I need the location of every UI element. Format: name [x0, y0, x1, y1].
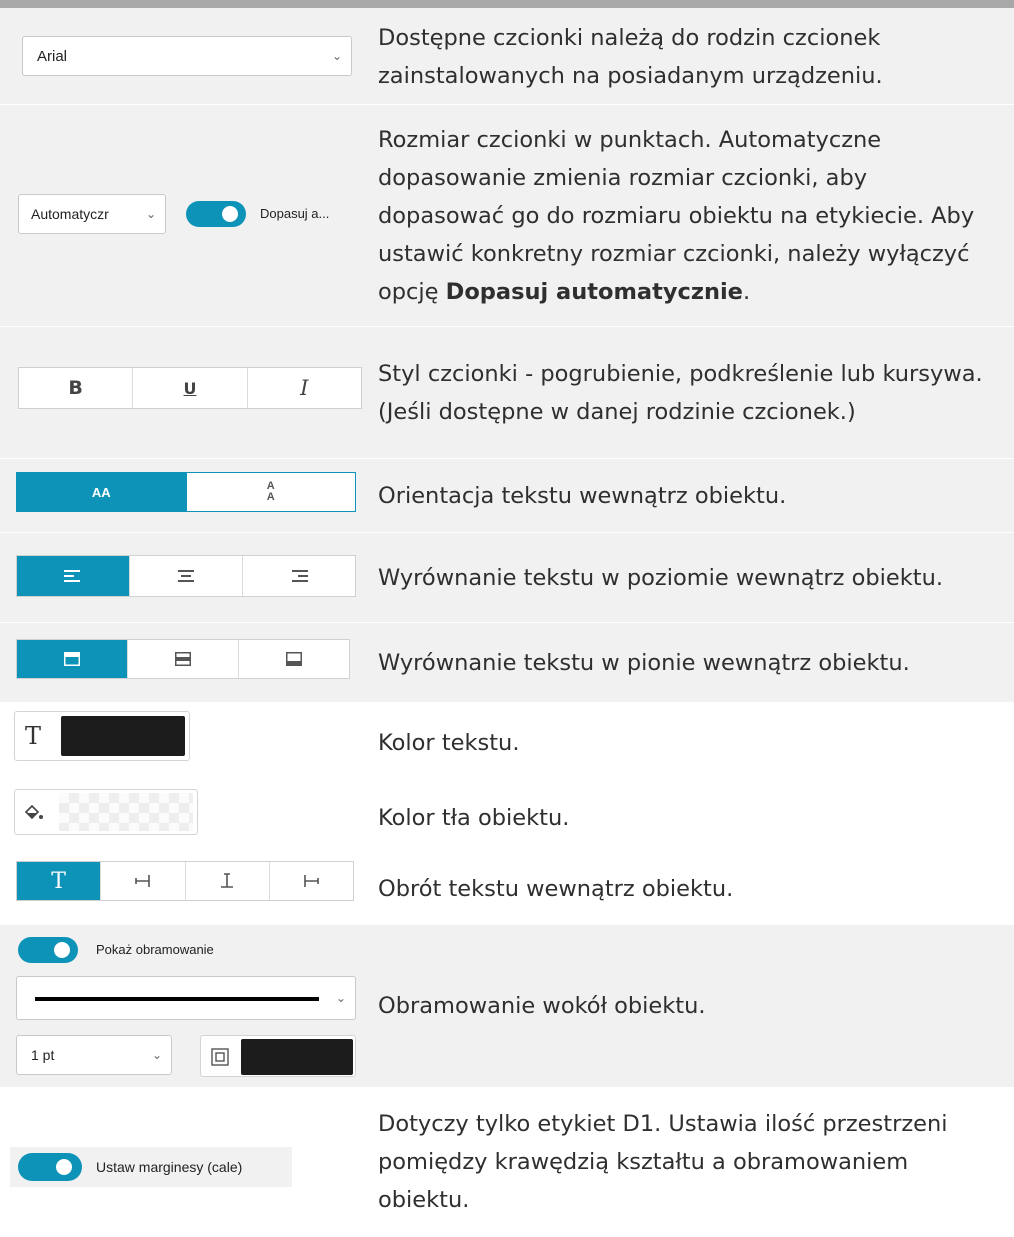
- font-size-select-value: Automatyczr: [31, 206, 109, 222]
- align-left-button[interactable]: [17, 556, 130, 596]
- align-left-icon: [64, 570, 80, 582]
- text-rotation-270-icon: [304, 875, 320, 887]
- orientation-description: Orientacja tekstu wewnątrz obiektu.: [378, 483, 787, 509]
- top-rule: [0, 0, 1014, 8]
- font-style-description: Styl czcionki - pogrubienie, podkreśleni…: [378, 361, 983, 425]
- border-icon: [211, 1048, 229, 1066]
- horizontal-text-button[interactable]: AA: [17, 473, 187, 511]
- font-size-select[interactable]: Automatyczr ⌄: [18, 194, 166, 234]
- show-border-label: Pokaż obramowanie: [96, 942, 214, 957]
- margins-description: Dotyczy tylko etykiet D1. Ustawia ilość …: [378, 1111, 948, 1213]
- horizontal-alignment-control: [0, 533, 368, 623]
- paint-bucket-icon: [24, 804, 43, 820]
- margins-toggle-container: Ustaw marginesy (cale): [10, 1147, 292, 1187]
- chevron-down-icon: ⌄: [145, 207, 157, 221]
- vertical-alignment-row: Wyrównanie tekstu w pionie wewnątrz obie…: [0, 623, 1014, 703]
- border-style-select[interactable]: ⌄: [16, 976, 356, 1020]
- font-size-description: Rozmiar czcionki w punktach. Automatyczn…: [378, 105, 992, 327]
- vertical-text-button[interactable]: A A: [187, 473, 356, 511]
- margins-control: Ustaw marginesy (cale): [0, 1087, 368, 1237]
- text-rotation-0-icon: T: [51, 868, 66, 894]
- font-size-control: Automatyczr ⌄ Dopasuj a...: [0, 105, 368, 327]
- autofit-option-name: Dopasuj automatycznie: [445, 279, 743, 305]
- border-width-value: 1 pt: [31, 1047, 55, 1063]
- font-family-description: Dostępne czcionki należą do rodzin czcio…: [378, 24, 883, 89]
- rotation-control: T: [0, 853, 368, 925]
- bold-button[interactable]: B: [19, 368, 134, 408]
- underline-button[interactable]: U: [133, 368, 248, 408]
- align-center-button[interactable]: [130, 556, 243, 596]
- align-bottom-button[interactable]: [239, 640, 349, 678]
- horizontal-alignment-description: Wyrównanie tekstu w poziomie wewnątrz ob…: [378, 565, 944, 591]
- font-style-group: B U I: [18, 367, 362, 409]
- align-right-button[interactable]: [243, 556, 355, 596]
- font-style-row: B U I Styl czcionki - pogrubienie, podkr…: [0, 327, 1014, 459]
- rotation-description: Obrót tekstu wewnątrz obiektu.: [378, 876, 734, 902]
- align-center-icon: [178, 570, 194, 582]
- text-rotation-180-icon: [221, 873, 234, 888]
- show-border-toggle[interactable]: [18, 937, 78, 963]
- text-color-description: Kolor tekstu.: [378, 730, 520, 756]
- border-color-swatch[interactable]: [241, 1039, 353, 1075]
- text-color-control: T: [0, 703, 368, 783]
- vertical-alignment-group: [16, 639, 350, 679]
- background-color-picker[interactable]: [14, 789, 198, 835]
- text-color-icon: T: [25, 722, 42, 750]
- text-rotation-90-icon: [135, 875, 150, 887]
- background-color-row: Kolor tła obiektu.: [0, 783, 1014, 853]
- rotate-270-button[interactable]: [270, 862, 353, 900]
- rotate-0-button[interactable]: T: [17, 862, 102, 900]
- set-margins-toggle[interactable]: [18, 1153, 82, 1181]
- text-color-swatch[interactable]: [61, 716, 185, 756]
- text-color-row: T Kolor tekstu.: [0, 703, 1014, 783]
- autofit-toggle-label: Dopasuj a...: [260, 206, 330, 221]
- rotate-90-button[interactable]: [101, 862, 186, 900]
- rotation-row: T Obrót tekstu wewnątrz obiektu.: [0, 853, 1014, 925]
- chevron-down-icon: ⌄: [335, 991, 347, 1005]
- vertical-alignment-control: [0, 623, 368, 703]
- margins-row: Ustaw marginesy (cale) Dotyczy tylko ety…: [0, 1087, 1014, 1237]
- transparent-color-swatch[interactable]: [59, 793, 193, 831]
- chevron-down-icon: ⌄: [151, 1048, 163, 1062]
- font-size-description-end: .: [742, 279, 751, 305]
- set-margins-label: Ustaw marginesy (cale): [96, 1159, 243, 1175]
- border-row: Pokaż obramowanie ⌄ 1 pt ⌄ Obramowanie w…: [0, 925, 1014, 1087]
- orientation-control: AA A A: [0, 459, 368, 533]
- rotate-180-button[interactable]: [186, 862, 270, 900]
- border-description: Obramowanie wokół obiektu.: [378, 993, 706, 1019]
- align-middle-icon: [175, 652, 191, 666]
- border-control: Pokaż obramowanie ⌄ 1 pt ⌄: [0, 925, 368, 1087]
- align-top-button[interactable]: [17, 640, 128, 678]
- text-color-picker[interactable]: T: [14, 711, 190, 761]
- background-color-description: Kolor tła obiektu.: [378, 805, 570, 831]
- font-family-row: Arial ⌄ Dostępne czcionki należą do rodz…: [0, 8, 1014, 105]
- italic-button[interactable]: I: [248, 368, 361, 408]
- rotation-group: T: [16, 861, 354, 901]
- align-top-icon: [64, 652, 80, 666]
- align-bottom-icon: [286, 652, 302, 666]
- horizontal-alignment-row: Wyrównanie tekstu w poziomie wewnątrz ob…: [0, 533, 1014, 623]
- orientation-row: AA A A Orientacja tekstu wewnątrz obiekt…: [0, 459, 1014, 533]
- font-family-select-value: Arial: [37, 47, 68, 65]
- vertical-alignment-description: Wyrównanie tekstu w pionie wewnątrz obie…: [378, 650, 910, 676]
- chevron-down-icon: ⌄: [331, 49, 343, 63]
- align-middle-button[interactable]: [128, 640, 239, 678]
- border-color-picker[interactable]: [200, 1035, 356, 1077]
- border-width-select[interactable]: 1 pt ⌄: [16, 1035, 172, 1075]
- solid-line-preview: [35, 997, 319, 1001]
- align-right-icon: [292, 570, 308, 582]
- font-size-row: Automatyczr ⌄ Dopasuj a... Rozmiar czcio…: [0, 105, 1014, 327]
- font-style-control: B U I: [0, 327, 368, 459]
- font-family-control: Arial ⌄: [0, 8, 368, 105]
- background-color-control: [0, 783, 368, 853]
- font-family-select[interactable]: Arial ⌄: [22, 36, 352, 76]
- horizontal-alignment-group: [16, 555, 356, 597]
- autofit-toggle[interactable]: [186, 201, 246, 227]
- orientation-group: AA A A: [16, 472, 356, 512]
